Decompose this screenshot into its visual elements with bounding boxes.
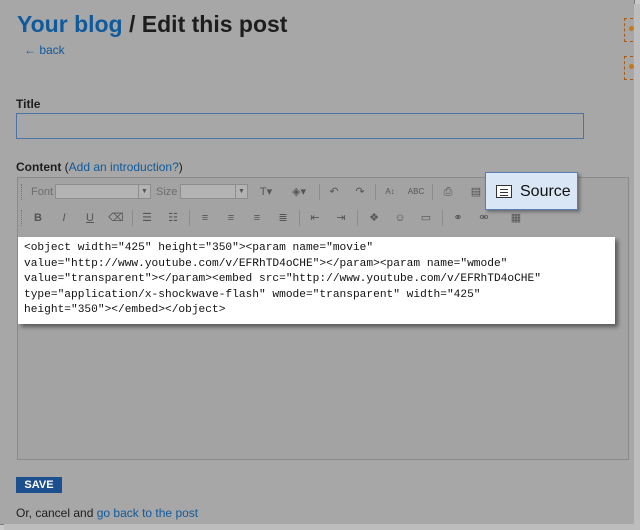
toolbar-separator [299, 210, 300, 226]
unlink-icon[interactable]: ⚮ [474, 209, 494, 227]
go-back-to-post-link[interactable]: go back to the post [97, 506, 198, 520]
your-blog-link[interactable]: Your blog [17, 11, 123, 37]
source-icon[interactable]: ▤ [466, 183, 486, 201]
content-label-row: Content (Add an introduction?) [16, 160, 183, 174]
chevron-down-icon: ▼ [235, 185, 247, 198]
cancel-row: Or, cancel and go back to the post [16, 506, 198, 520]
code-line: <object width="425" height="350"><param … [24, 242, 374, 254]
outdent-icon[interactable]: ⇤ [305, 209, 325, 227]
toolbar-separator [442, 210, 443, 226]
find-replace-icon[interactable]: A↕ [380, 183, 400, 201]
emoticon-icon[interactable]: ☺ [390, 209, 410, 227]
toolbar-separator [432, 184, 433, 200]
bold-icon[interactable]: B [28, 209, 48, 227]
page-title: Your blog / Edit this post [17, 11, 287, 38]
chevron-down-icon: ▼ [138, 185, 150, 198]
remove-format-icon[interactable]: ⌫ [106, 209, 126, 227]
bulleted-list-icon[interactable]: ☷ [163, 209, 183, 227]
underline-icon[interactable]: U [80, 209, 100, 227]
page-title-text: / Edit this post [122, 11, 288, 37]
toolbar-separator [357, 210, 358, 226]
code-line: value="transparent"></param><embed src="… [24, 273, 541, 285]
align-justify-icon[interactable]: ≣ [273, 209, 293, 227]
size-select[interactable]: ▼ [180, 184, 248, 199]
frame-shadow-right [634, 4, 640, 530]
size-label: Size [156, 186, 178, 198]
undo-icon[interactable]: ↶ [324, 183, 344, 201]
back-link[interactable]: ← back [24, 43, 65, 57]
font-label: Font [31, 186, 54, 198]
source-code-callout[interactable]: <object width="425" height="350"><param … [18, 237, 615, 324]
italic-icon[interactable]: I [54, 209, 74, 227]
handle-dot [629, 64, 634, 69]
numbered-list-icon[interactable]: ☰ [137, 209, 157, 227]
cancel-text: Or, cancel and [16, 506, 97, 520]
plugin-icon[interactable]: ❖ [364, 209, 384, 227]
code-line: type="application/x-shockwave-flash" wmo… [24, 288, 481, 301]
redo-icon[interactable]: ↷ [350, 183, 370, 201]
background-color-icon[interactable]: ◈▾ [286, 183, 312, 201]
toolbar-separator [132, 210, 133, 226]
toolbar-grip [21, 210, 25, 226]
text-color-icon[interactable]: T▾ [253, 183, 279, 201]
save-button[interactable]: SAVE [16, 477, 62, 493]
toolbar-grip [21, 184, 25, 200]
paren-open: ( [61, 160, 69, 174]
title-label: Title [16, 97, 41, 111]
handle-dot [629, 26, 634, 31]
align-right-icon[interactable]: ≡ [247, 209, 267, 227]
add-introduction-link[interactable]: Add an introduction? [69, 160, 179, 174]
source-label: Source [520, 183, 571, 200]
code-line: height="350"></embed></object> [24, 304, 226, 316]
code-line: value="http://www.youtube.com/v/EFRhTD4o… [24, 257, 508, 270]
title-input[interactable] [16, 113, 584, 139]
font-select[interactable]: ▼ [55, 184, 151, 199]
indent-icon[interactable]: ⇥ [331, 209, 351, 227]
paren-close: ) [178, 160, 183, 174]
print-icon[interactable]: ⎙ [438, 183, 458, 201]
align-left-icon[interactable]: ≡ [195, 209, 215, 227]
toolbar-separator [319, 184, 320, 200]
toolbar-separator [189, 210, 190, 226]
link-icon[interactable]: ⚭ [448, 209, 468, 227]
content-label: Content [16, 160, 62, 174]
media-icon[interactable]: ▭ [416, 209, 436, 227]
toolbar-separator [375, 184, 376, 200]
frame-shadow-bottom [4, 524, 640, 530]
spellcheck-icon[interactable]: ABC [406, 183, 426, 201]
source-icon [496, 185, 512, 198]
align-center-icon[interactable]: ≡ [221, 209, 241, 227]
image-icon[interactable]: ▦ [506, 209, 526, 227]
source-button-callout[interactable]: Source [485, 172, 578, 210]
